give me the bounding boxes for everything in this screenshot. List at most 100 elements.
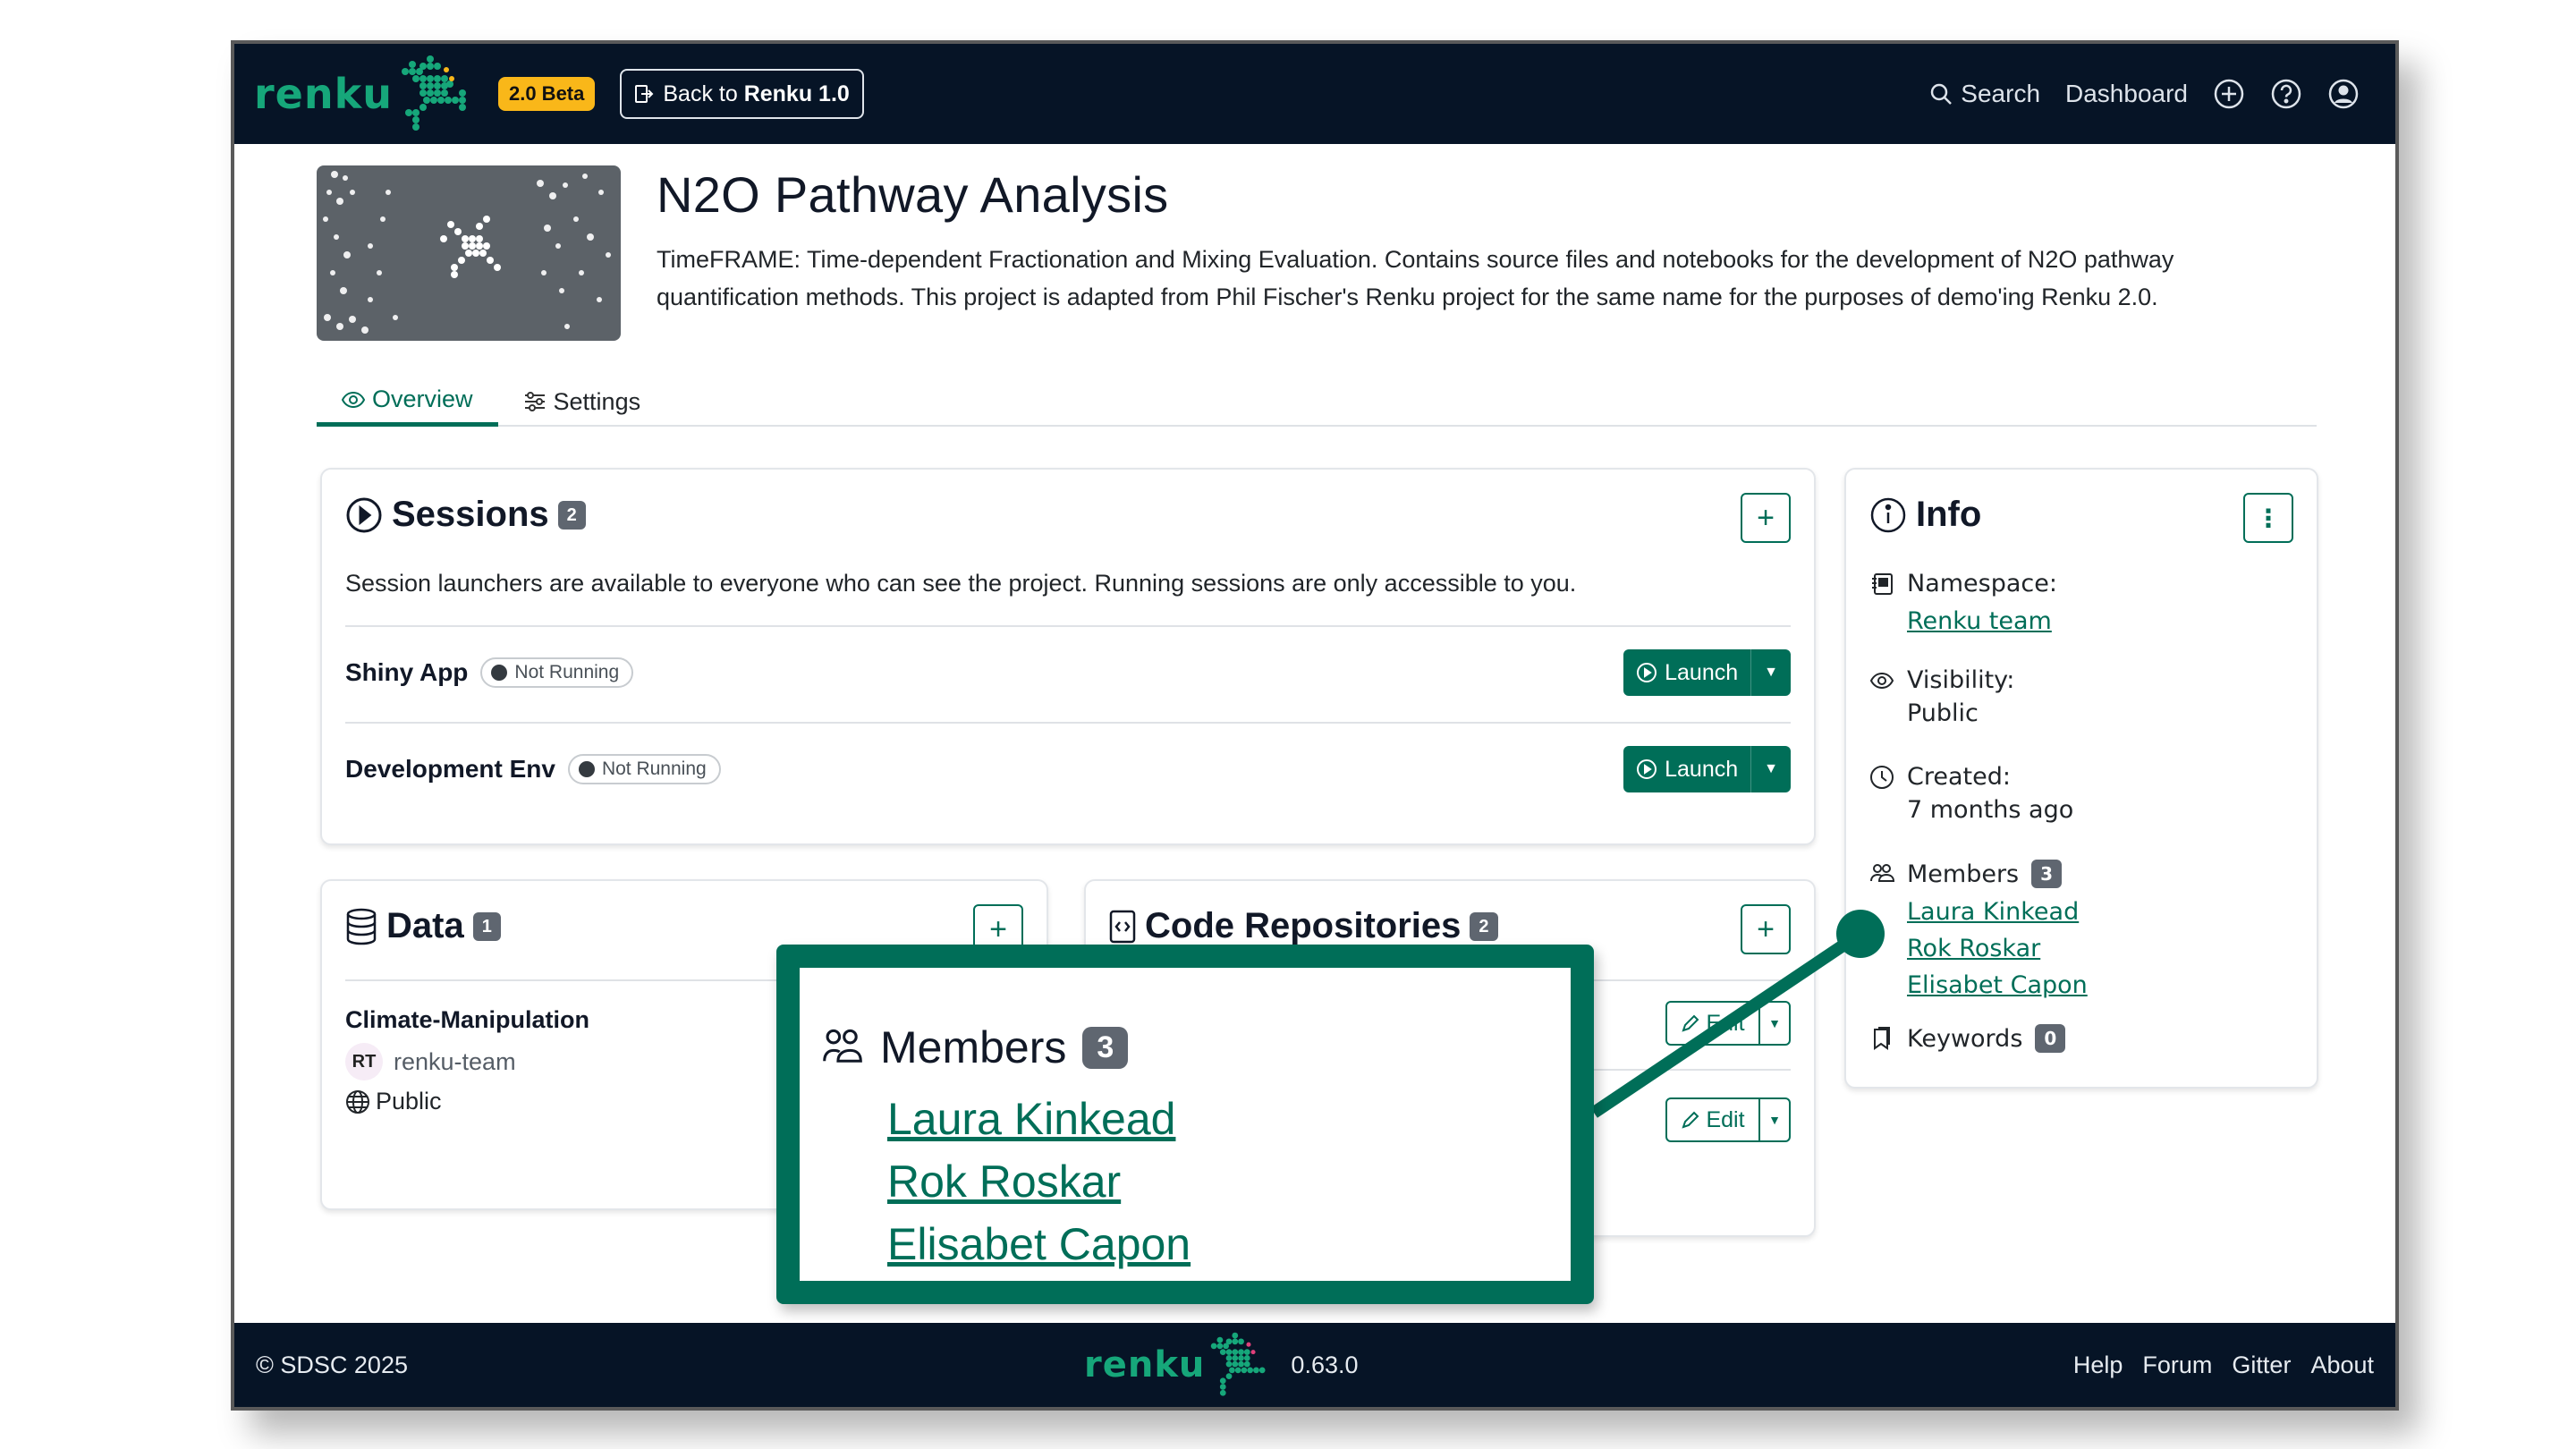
launch-options-dropdown[interactable]: ▼ [1750,746,1791,792]
session-status-badge: Not Running [567,754,721,784]
logo-text: renku [254,70,393,118]
globe-icon [346,1089,369,1114]
pencil-icon [1682,1111,1699,1129]
launch-button[interactable]: Launch [1623,746,1750,792]
play-circle-icon [1637,663,1657,682]
footer-logo[interactable]: renku [1084,1331,1273,1399]
avatar: RT [345,1043,383,1080]
bookmark-icon [1874,1027,1890,1050]
member-link[interactable]: Rok Roskar [1907,930,2088,967]
tab-settings[interactable]: Settings [498,377,666,427]
footer-link-gitter[interactable]: Gitter [2232,1352,2291,1379]
info-more-options-button[interactable]: ⋮ [2243,493,2293,543]
edit-options-dropdown[interactable]: ▼ [1758,1099,1789,1140]
callout-member-link[interactable]: Laura Kinkead [887,1088,1191,1150]
launch-button[interactable]: Launch [1623,649,1750,696]
beta-badge: 2.0 Beta [497,77,596,111]
tab-overview[interactable]: Overview [317,377,498,427]
version-text: 0.63.0 [1291,1351,1359,1378]
sessions-count-badge: 2 [557,500,586,530]
plus-circle-icon[interactable] [2213,78,2245,110]
info-keywords: Keywords 0 [1869,1024,2066,1053]
footer: © SDSC 2025 renku 0.63.0 Help Forum Gitt… [234,1323,2395,1407]
callout-member-link[interactable]: Elisabet Capon [887,1213,1191,1275]
user-circle-icon[interactable] [2327,78,2360,110]
callout-members-count-badge: 3 [1082,1026,1129,1069]
member-link[interactable]: Elisabet Capon [1907,967,2088,1004]
project-image [317,165,621,341]
code-repositories-title: Code Repositories [1145,906,1462,945]
eye-icon [342,391,365,408]
eye-icon [1869,672,1894,689]
edit-repository-button-group: Edit ▼ [1665,1097,1791,1142]
copyright-text: © SDSC 2025 [256,1351,408,1378]
namespace-icon [1872,572,1893,595]
sliders-icon [524,392,545,411]
info-namespace: Namespace: Renku team [1869,570,2057,640]
search-link[interactable]: Search [1928,80,2040,108]
launch-options-dropdown[interactable]: ▼ [1750,649,1791,696]
data-title: Data [386,906,464,945]
edit-repository-button[interactable]: Edit [1667,1003,1758,1044]
question-circle-icon[interactable] [2270,78,2302,110]
add-session-button[interactable]: + [1741,493,1791,543]
top-navbar: renku 2.0 Beta Back to Renku 1.0 Search … [234,44,2395,144]
tab-settings-label: Settings [553,387,641,415]
back-to-renku-1-button[interactable]: Back to Renku 1.0 [620,69,864,119]
session-status-badge: Not Running [480,657,634,688]
search-icon [1931,83,1953,105]
session-name[interactable]: Development Env [345,755,555,784]
footer-link-help[interactable]: Help [2073,1352,2123,1379]
callout-member-link[interactable]: Rok Roskar [887,1150,1191,1213]
info-circle-icon [1870,497,1906,532]
back-button-target: Renku 1.0 [743,80,850,106]
session-launcher-row: Development Env Not Running Launch ▼ [345,742,1791,796]
code-repositories-count-badge: 2 [1470,911,1498,941]
created-value: 7 months ago [1907,796,2074,824]
add-code-repository-button[interactable]: + [1741,904,1791,954]
code-file-icon [1109,910,1136,943]
keywords-count-badge: 0 [2035,1024,2066,1053]
project-title: N2O Pathway Analysis [657,166,1169,223]
renku-logo[interactable]: renku [254,44,475,144]
data-connector-visibility: Public [345,1088,589,1115]
sessions-title: Sessions [392,495,549,534]
footer-link-about[interactable]: About [2310,1352,2374,1379]
people-icon [823,1029,862,1063]
exit-door-icon [635,85,654,103]
clock-icon [1870,765,1894,789]
data-connector-item[interactable]: Climate-Manipulation RT renku-team Publi… [345,1006,589,1115]
back-button-prefix: Back to [663,80,744,106]
members-callout: Members 3 Laura Kinkead Rok Roskar Elisa… [776,945,1594,1304]
sessions-note: Session launchers are available to every… [345,570,1577,597]
info-card: Info ⋮ Namespace: Renku team Visibility:… [1844,468,2318,1089]
pencil-icon [1682,1014,1699,1032]
info-members: Members 3 Laura Kinkead Rok Roskar Elisa… [1869,860,2088,1004]
play-circle-icon [346,497,382,532]
members-count-badge: 3 [2031,860,2063,888]
data-connector-owner: RT renku-team [345,1043,589,1080]
session-launcher-row: Shiny App Not Running Launch ▼ [345,646,1791,699]
visibility-value: Public [1907,699,1979,727]
tab-overview-label: Overview [372,386,473,412]
data-connector-name[interactable]: Climate-Manipulation [345,1006,589,1034]
dashboard-link[interactable]: Dashboard [2065,80,2188,108]
renku-gecko-icon [1211,1332,1266,1396]
search-label: Search [1961,80,2041,107]
launch-button-group: Launch ▼ [1623,649,1791,696]
project-tabs: Overview Settings [317,377,2317,427]
database-icon [346,908,377,945]
edit-repository-button-group: Edit ▼ [1665,1001,1791,1046]
edit-options-dropdown[interactable]: ▼ [1758,1003,1789,1044]
info-title: Info [1916,495,1982,534]
people-icon [1870,864,1894,882]
play-circle-icon [1637,759,1657,779]
namespace-link[interactable]: Renku team [1907,603,2057,640]
footer-link-forum[interactable]: Forum [2142,1352,2212,1379]
edit-repository-button[interactable]: Edit [1667,1099,1758,1140]
callout-members-label: Members [880,1022,1067,1072]
member-link[interactable]: Laura Kinkead [1907,894,2088,930]
session-name[interactable]: Shiny App [345,658,468,687]
renku-gecko-icon [401,55,466,131]
info-visibility: Visibility: Public [1869,666,2014,727]
